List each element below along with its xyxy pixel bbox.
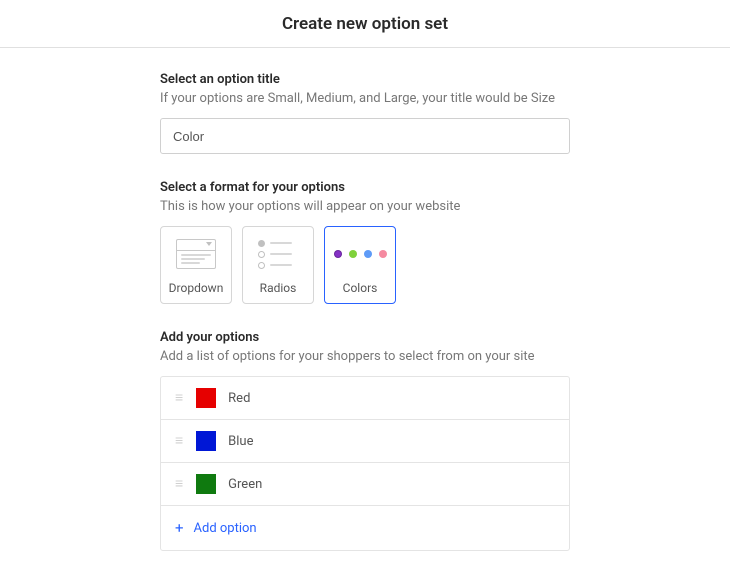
drag-handle-icon[interactable] — [175, 482, 182, 487]
radios-icon — [258, 236, 298, 273]
option-title-label: Select an option title — [160, 72, 570, 87]
color-swatch[interactable] — [196, 474, 216, 494]
drag-handle-icon[interactable] — [175, 396, 182, 401]
format-card-dropdown[interactable]: Dropdown — [160, 226, 232, 304]
options-hint: Add a list of options for your shoppers … — [160, 349, 570, 364]
options-list: Red Blue Green + Add option — [160, 376, 570, 551]
option-label: Blue — [228, 434, 253, 449]
option-label: Red — [228, 391, 250, 406]
dropdown-icon — [176, 239, 216, 269]
color-swatch[interactable] — [196, 431, 216, 451]
colors-icon — [334, 250, 387, 258]
format-card-label: Dropdown — [169, 281, 224, 295]
add-option-label: Add option — [194, 521, 257, 536]
page-title: Create new option set — [0, 0, 730, 48]
option-title-hint: If your options are Small, Medium, and L… — [160, 91, 570, 106]
drag-handle-icon[interactable] — [175, 439, 182, 444]
options-section: Add your options Add a list of options f… — [160, 330, 570, 551]
option-row[interactable]: Red — [161, 377, 569, 420]
option-title-section: Select an option title If your options a… — [160, 72, 570, 154]
format-card-radios[interactable]: Radios — [242, 226, 314, 304]
format-card-label: Radios — [260, 281, 297, 295]
plus-icon: + — [175, 519, 184, 537]
options-label: Add your options — [160, 330, 570, 345]
option-row[interactable]: Blue — [161, 420, 569, 463]
form-container: Select an option title If your options a… — [160, 48, 570, 551]
format-hint: This is how your options will appear on … — [160, 199, 570, 214]
format-card-label: Colors — [343, 281, 378, 295]
option-label: Green — [228, 477, 262, 492]
format-section: Select a format for your options This is… — [160, 180, 570, 304]
color-swatch[interactable] — [196, 388, 216, 408]
option-row[interactable]: Green — [161, 463, 569, 506]
add-option-button[interactable]: + Add option — [161, 506, 569, 550]
format-card-colors[interactable]: Colors — [324, 226, 396, 304]
format-label: Select a format for your options — [160, 180, 570, 195]
option-title-input[interactable] — [160, 118, 570, 154]
